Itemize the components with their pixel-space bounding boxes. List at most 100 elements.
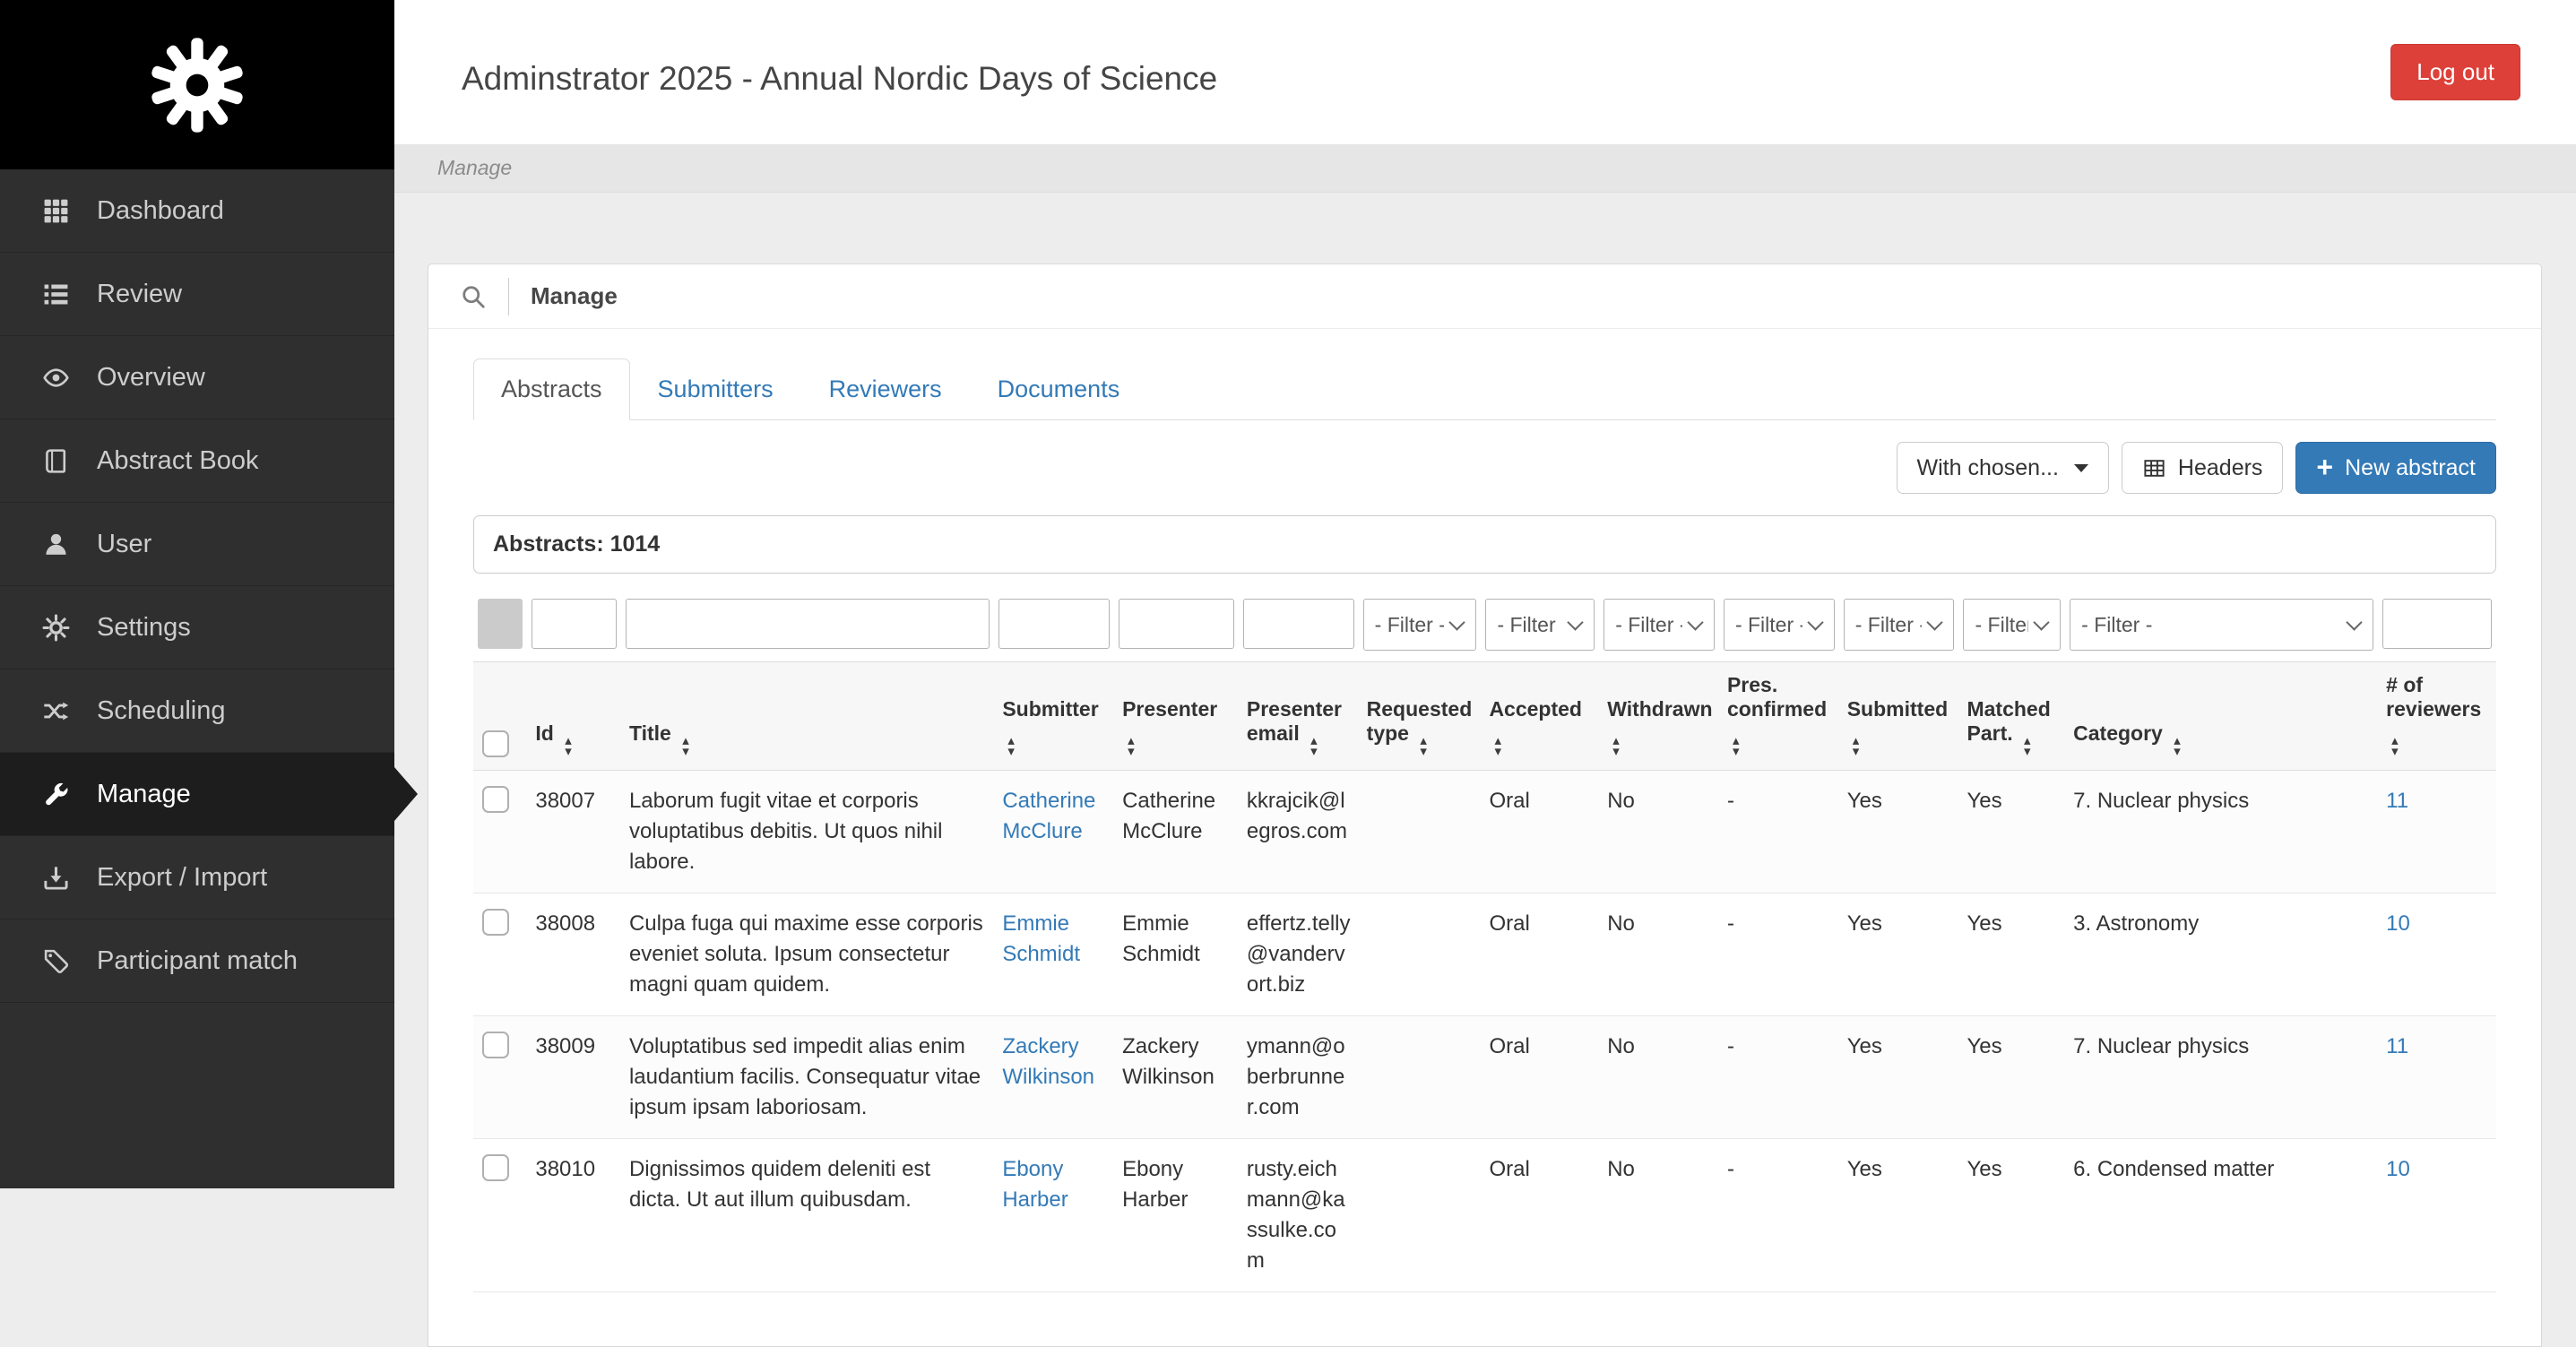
withdrawn-status: No [1599,770,1719,894]
reviewer-count: 11 [2378,1015,2496,1139]
sidebar-item-participant-match[interactable]: Participant match [0,920,394,1003]
sidebar-item-user[interactable]: User [0,503,394,586]
requested-type [1358,893,1482,1016]
column-header-of-reviewers[interactable]: # of reviewers ▴ ▾ [2378,661,2496,771]
reviewer-count-link[interactable]: 10 [2386,1157,2410,1181]
matched-part-status: Yes [1958,1015,2066,1139]
row-checkbox[interactable] [482,1032,509,1058]
presenter-email: rusty.eichmann@kassulke.com [1238,1138,1359,1292]
filter-select-category[interactable]: - Filter - [2070,599,2374,651]
filter-select-submitted[interactable]: - Filter - [1843,599,1955,651]
sort-icon: ▴ ▾ [682,733,689,759]
row-checkbox[interactable] [482,786,509,813]
abstract-title: Laborum fugit vitae et corporis voluptat… [620,770,995,894]
presenter-email: ymann@oberbrunner.com [1238,1015,1359,1139]
filter-input-title[interactable] [625,599,990,649]
chevron-down-icon [1448,613,1466,631]
tab-documents[interactable]: Documents [970,358,1148,420]
sidebar-item-label: Participant match [97,945,298,975]
chevron-down-icon [1687,613,1704,631]
submitter-link[interactable]: Catherine McClure [1002,789,1095,843]
withdrawn-status: No [1599,893,1719,1016]
chevron-down-icon [1567,613,1584,631]
with-chosen-button[interactable]: With chosen... [1896,442,2109,494]
tab-abstracts[interactable]: Abstracts [473,358,630,420]
column-header-submitted[interactable]: Submitted ▴ ▾ [1838,661,1959,771]
caret-down-icon [2073,463,2088,472]
requested-type [1358,1138,1482,1292]
column-header-matched-part[interactable]: Matched Part. ▴ ▾ [1958,661,2066,771]
sidebar-item-scheduling[interactable]: Scheduling [0,669,394,753]
column-header-presenter[interactable]: Presenter ▴ ▾ [1114,661,1239,771]
abstracts-table: - Filter -- Filter -- Filter -- Filter -… [473,595,2496,1292]
reviewer-count: 10 [2378,893,2496,1016]
filter-input-of-reviewers[interactable] [2382,599,2492,649]
toolbar: With chosen... Headers + New abstract [473,442,2496,494]
filter-select-pres-confirmed[interactable]: - Filter - [1723,599,1835,651]
sidebar-item-label: Settings [97,612,191,642]
with-chosen-label: With chosen... [1916,454,2059,480]
submitter-link[interactable]: Emmie Schmidt [1002,911,1080,966]
filter-select-withdrawn[interactable]: - Filter - [1604,599,1715,651]
submitter-link[interactable]: Ebony Harber [1002,1157,1068,1212]
logout-button[interactable]: Log out [2390,44,2520,100]
column-header-id[interactable]: Id ▴ ▾ [527,661,621,771]
column-header-pres-confirmed[interactable]: Pres. confirmed ▴ ▾ [1718,661,1839,771]
presenter-name: Catherine McClure [1114,770,1239,894]
sidebar-item-dashboard[interactable]: Dashboard [0,169,394,253]
abstract-count: Abstracts: 1014 [473,515,2496,574]
overview-icon [39,364,72,392]
filter-select-requested-type[interactable]: - Filter - [1362,599,1477,651]
sidebar-item-review[interactable]: Review [0,253,394,336]
column-header-presenter-email[interactable]: Presenter email ▴ ▾ [1238,661,1359,771]
breadcrumb-label: Manage [437,156,513,179]
category: 6. Condensed matter [2065,1138,2379,1292]
table-row: 38010 Dignissimos quidem deleniti est dic… [473,1138,2496,1292]
reviewer-count-link[interactable]: 10 [2386,911,2410,936]
table-row: 38008 Culpa fuga qui maxime esse corporis… [473,893,2496,1016]
submitted-status: Yes [1838,1138,1959,1292]
chevron-down-icon [1926,613,1944,631]
column-header-submitter[interactable]: Submitter ▴ ▾ [994,661,1115,771]
filter-select-matched-part[interactable]: - Filter - [1963,599,2062,651]
pres-confirmed-status: - [1718,770,1839,894]
table-icon [2142,456,2166,480]
divider [508,277,509,315]
table-row: 38007 Laborum fugit vitae et corporis vol… [473,770,2496,894]
select-all-checkbox[interactable] [482,730,509,757]
column-header-category[interactable]: Category ▴ ▾ [2065,661,2379,771]
row-checkbox[interactable] [482,1154,509,1181]
column-header-withdrawn[interactable]: Withdrawn ▴ ▾ [1599,661,1719,771]
filter-input-presenter[interactable] [1119,599,1234,649]
sidebar-item-settings[interactable]: Settings [0,586,394,669]
column-header-title[interactable]: Title ▴ ▾ [620,661,995,771]
submitted-status: Yes [1838,770,1959,894]
reviewer-count-link[interactable]: 11 [2386,1034,2408,1058]
topbar: Adminstrator 2025 - Annual Nordic Days o… [394,0,2576,144]
filter-input-presenter-email[interactable] [1242,599,1354,649]
filter-input-submitter[interactable] [998,599,1111,649]
sidebar-item-manage[interactable]: Manage [0,753,394,836]
column-header-accepted[interactable]: Accepted ▴ ▾ [1481,661,1600,771]
sidebar-item-abstract-book[interactable]: Abstract Book [0,419,394,503]
manage-panel: Manage Abstracts Submitters Reviewers Docum… [428,263,2542,1347]
new-abstract-button[interactable]: + New abstract [2295,442,2496,494]
row-checkbox[interactable] [482,909,509,936]
tab-submitters[interactable]: Submitters [630,358,801,420]
sidebar-item-overview[interactable]: Overview [0,336,394,419]
submitter-link[interactable]: Zackery Wilkinson [1002,1034,1094,1089]
sidebar-item-export-import[interactable]: Export / Import [0,836,394,920]
sidebar-item-label: User [97,529,152,558]
headers-button[interactable]: Headers [2121,442,2284,494]
sort-icon: ▴ ▾ [2174,733,2181,759]
tab-reviewers[interactable]: Reviewers [801,358,970,420]
participant-match-icon [39,947,72,975]
reviewer-count-link[interactable]: 11 [2386,789,2408,813]
category: 7. Nuclear physics [2065,770,2379,894]
column-header-requested-type[interactable]: Requested type ▴ ▾ [1358,661,1482,771]
pres-confirmed-status: - [1718,1138,1839,1292]
filter-select-accepted[interactable]: - Filter - [1485,599,1595,651]
table-row: 38009 Voluptatibus sed impedit alias enim… [473,1015,2496,1139]
filter-input-id[interactable] [532,599,617,649]
submitter: Ebony Harber [994,1138,1115,1292]
